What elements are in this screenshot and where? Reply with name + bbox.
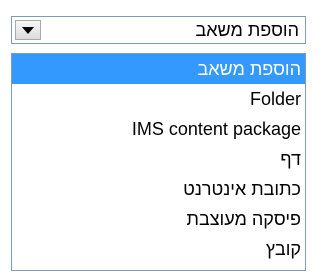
option-file[interactable]: קובץ <box>12 234 305 264</box>
option-folder[interactable]: Folder <box>12 84 305 114</box>
chevron-down-icon <box>22 26 34 34</box>
resource-type-select[interactable]: הוספת משאב <box>11 16 306 44</box>
selected-value: הוספת משאב <box>195 20 299 40</box>
resource-type-options: הוספת משאב Folder IMS content package דף… <box>11 53 306 271</box>
option-formatted-paragraph[interactable]: פיסקה מעוצבת <box>12 204 305 234</box>
add-resource-dropdown-screen: הוספת משאב הוספת משאב Folder IMS content… <box>0 0 310 275</box>
option-url[interactable]: כתובת אינטרנט <box>12 174 305 204</box>
option-add-resource[interactable]: הוספת משאב <box>12 54 305 84</box>
option-page[interactable]: דף <box>12 144 305 174</box>
option-ims-content-package[interactable]: IMS content package <box>12 114 305 144</box>
dropdown-toggle-button[interactable] <box>15 20 41 40</box>
